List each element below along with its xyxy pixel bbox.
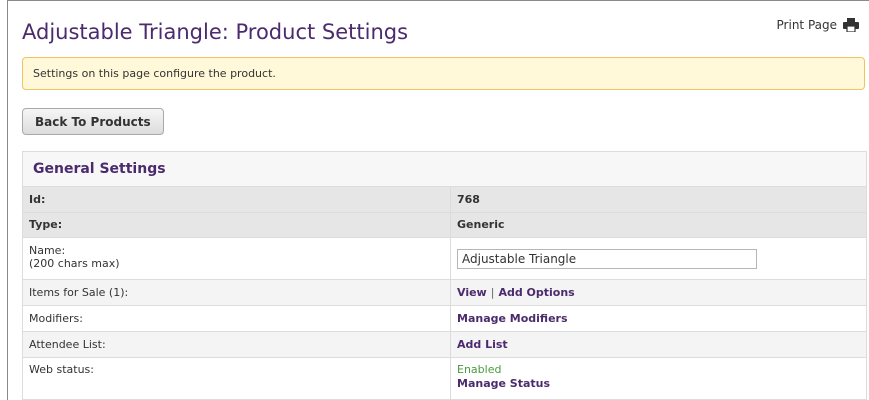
link-separator: | [490,286,495,299]
items-value-cell: View | Add Options [451,280,866,305]
info-alert: Settings on this page configure the prod… [22,57,865,90]
name-label: Name: [29,244,66,257]
print-page-link[interactable]: Print Page [777,18,859,32]
printer-icon [843,18,859,32]
manage-status-link[interactable]: Manage Status [457,377,860,391]
table-row-web-status: Web status: Enabled Manage Status [23,358,866,400]
add-options-link[interactable]: Add Options [498,286,574,299]
table-row-attendee: Attendee List: Add List [23,332,866,358]
view-items-link[interactable]: View [457,286,487,299]
type-label: Type: [23,213,451,237]
table-row-type: Type: Generic [23,213,866,238]
attendee-label: Attendee List: [23,332,451,357]
window-frame-top [7,0,869,1]
attendee-value-cell: Add List [451,332,866,357]
id-label: Id: [23,187,451,212]
name-value-cell [451,238,866,279]
name-hint: (200 chars max) [29,257,120,270]
table-row-items: Items for Sale (1): View | Add Options [23,280,866,306]
general-settings-title: General Settings [23,152,866,187]
alert-text: Settings on this page configure the prod… [33,67,276,80]
web-status-value-cell: Enabled Manage Status [451,358,866,399]
type-value: Generic [457,218,505,231]
window-frame-left [7,0,8,400]
table-row-name: Name: (200 chars max) [23,238,866,280]
manage-modifiers-link[interactable]: Manage Modifiers [457,312,568,325]
general-settings-panel: General Settings Id: 768 Type: Generic N… [22,151,867,400]
table-row-id: Id: 768 [23,187,866,213]
table-row-modifiers: Modifiers: Manage Modifiers [23,306,866,332]
items-label: Items for Sale (1): [23,280,451,305]
name-label-cell: Name: (200 chars max) [23,238,451,279]
modifiers-value-cell: Manage Modifiers [451,306,866,331]
web-status-value: Enabled [457,363,502,376]
product-name-input[interactable] [457,248,757,269]
add-list-link[interactable]: Add List [457,338,508,351]
page-title: Adjustable Triangle: Product Settings [22,20,409,44]
web-status-label: Web status: [23,358,451,399]
back-to-products-button[interactable]: Back To Products [22,108,164,135]
id-value: 768 [457,193,480,206]
print-page-label: Print Page [776,18,837,32]
modifiers-label: Modifiers: [23,306,451,331]
